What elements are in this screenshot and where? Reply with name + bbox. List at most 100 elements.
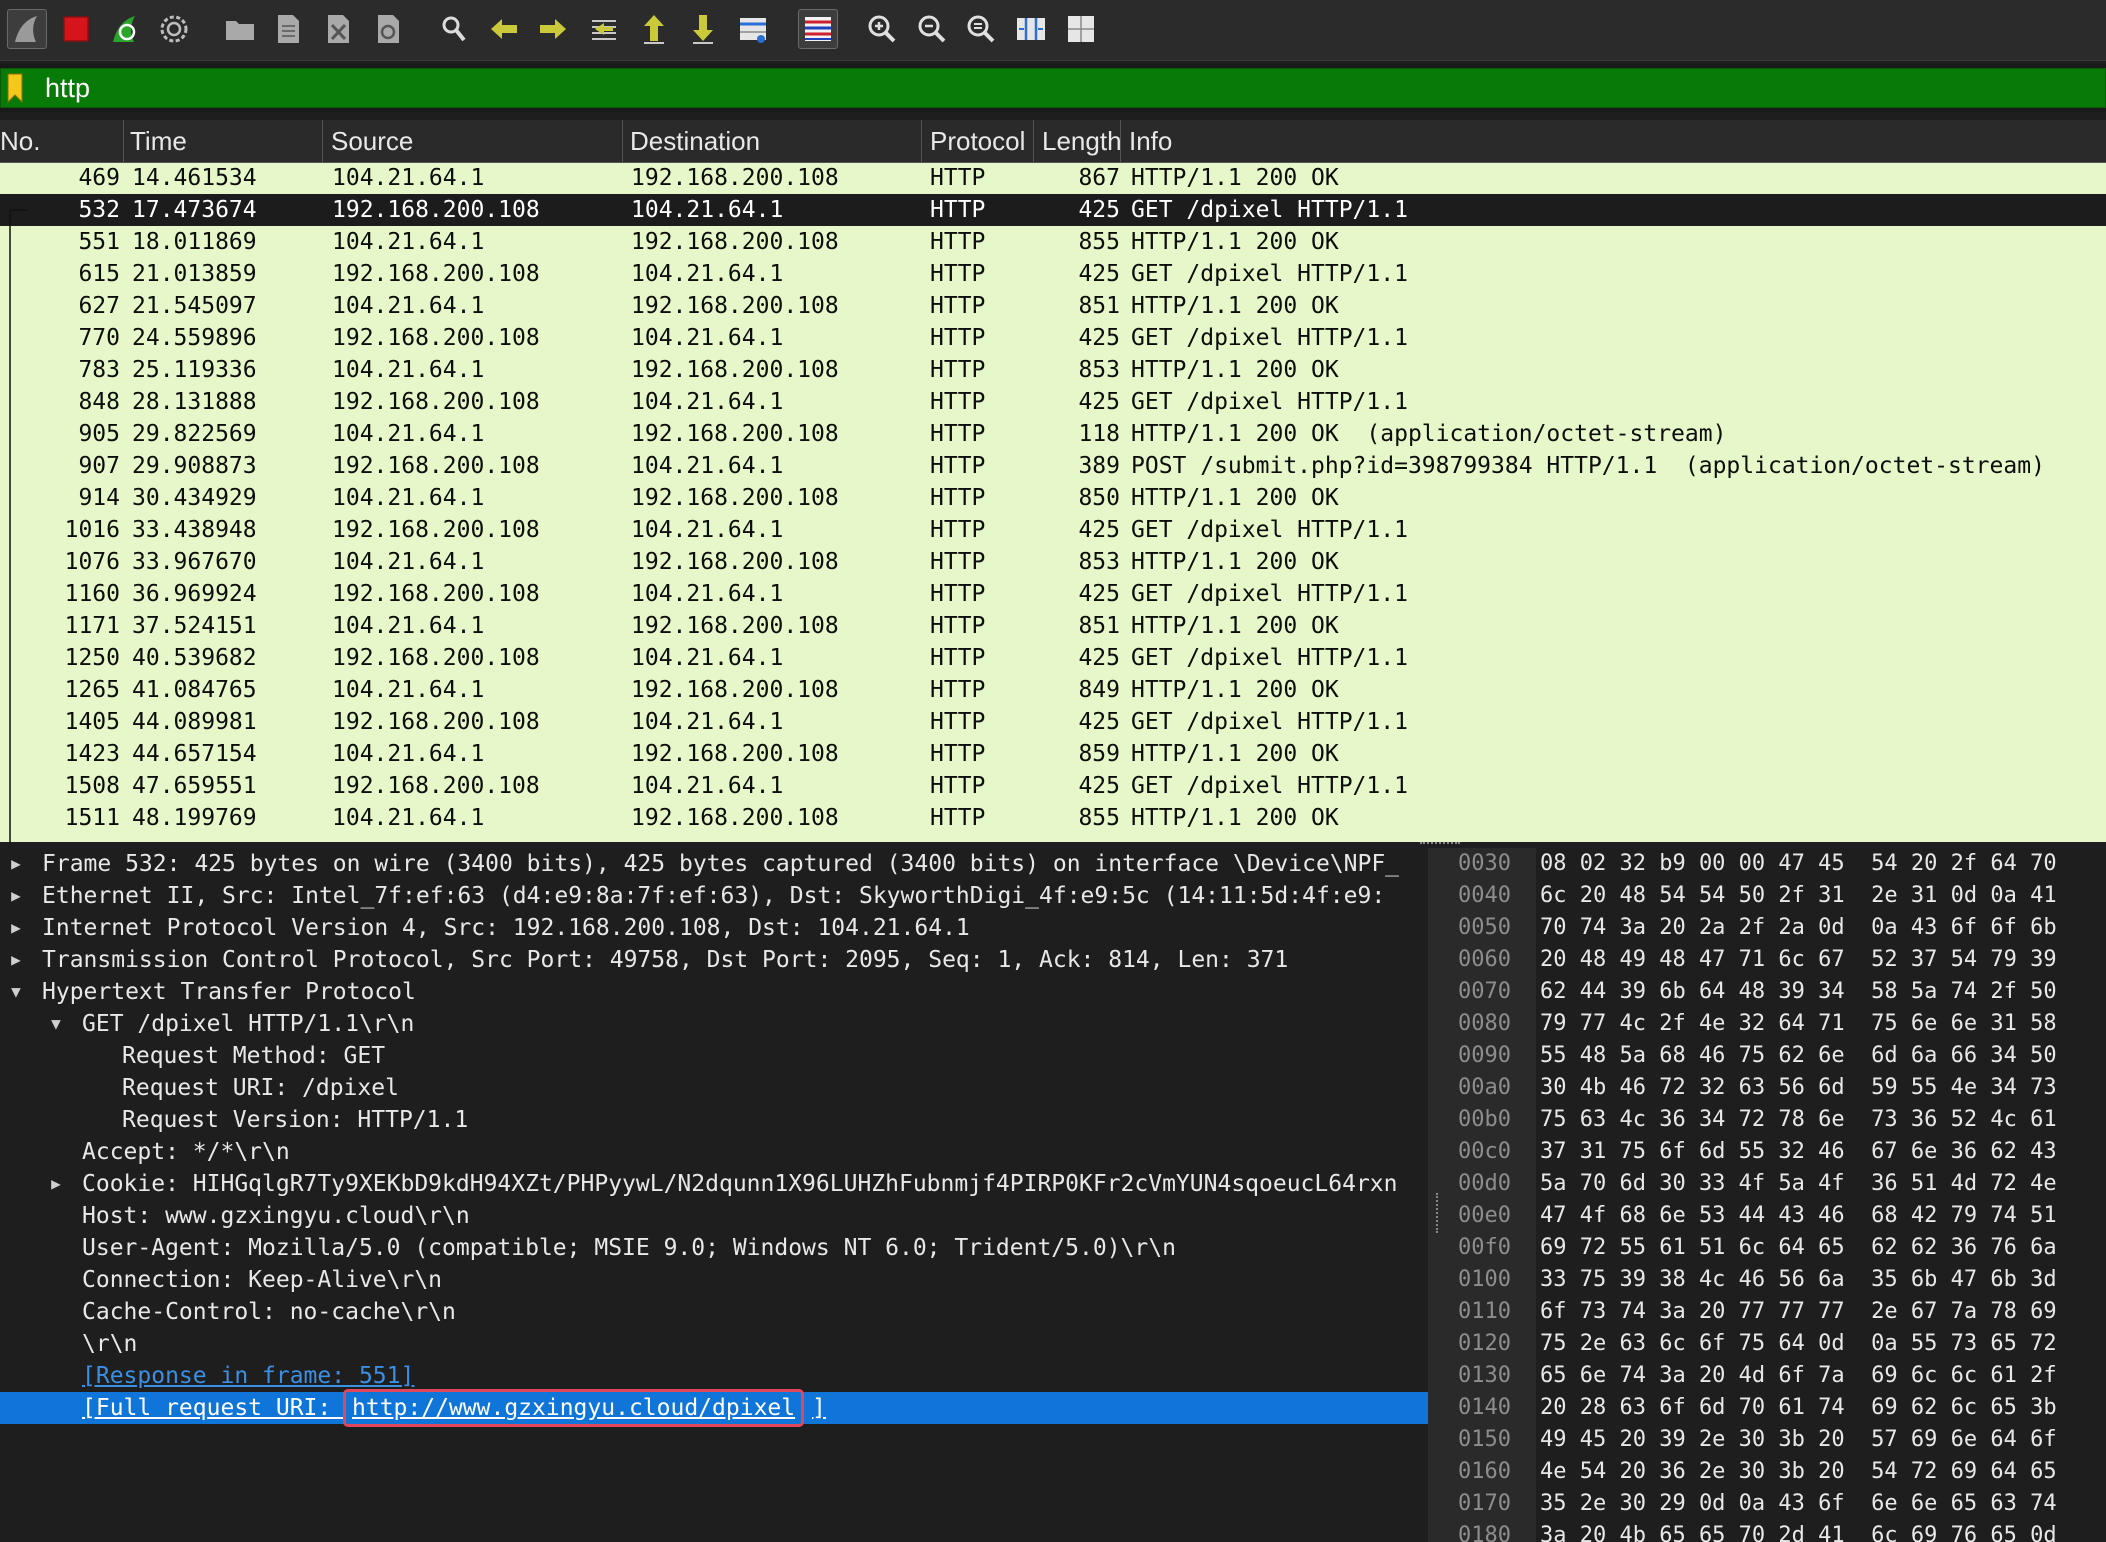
- chevron-down-icon[interactable]: ▼: [4, 976, 28, 1008]
- packet-row[interactable]: 907 29.908873 192.168.200.108 104.21.64.1 HT…: [0, 450, 2106, 482]
- packet-row[interactable]: 1265 41.084765 104.21.64.1 192.168.200.108 H…: [0, 674, 2106, 706]
- hex-row[interactable]: 00d0 5a 70 6d 30 33 4f 5a 4f 36 51 4d 72 …: [1450, 1168, 2106, 1200]
- colorize-button[interactable]: [798, 9, 838, 49]
- reload-file-button[interactable]: [368, 9, 408, 49]
- tree-item-accept[interactable]: Accept: */*\r\n: [0, 1136, 1428, 1168]
- hex-row[interactable]: 0080 79 77 4c 2f 4e 32 64 71 75 6e 6e 31 …: [1450, 1008, 2106, 1040]
- tree-item-connection[interactable]: Connection: Keep-Alive\r\n: [0, 1264, 1428, 1296]
- resize-columns-button[interactable]: [1011, 9, 1051, 49]
- packet-row[interactable]: 627 21.545097 104.21.64.1 192.168.200.108 HT…: [0, 290, 2106, 322]
- capture-options-button[interactable]: [154, 9, 194, 49]
- packet-row[interactable]: 1076 33.967670 104.21.64.1 192.168.200.108 H…: [0, 546, 2106, 578]
- hex-row[interactable]: 0110 6f 73 74 3a 20 77 77 77 2e 67 7a 78 …: [1450, 1296, 2106, 1328]
- tree-item-request-uri[interactable]: Request URI: /dpixel: [0, 1072, 1428, 1104]
- hex-row[interactable]: 0120 75 2e 63 6c 6f 75 64 0d 0a 55 73 65 …: [1450, 1328, 2106, 1360]
- column-header-info[interactable]: Info: [1121, 120, 2106, 162]
- packet-row[interactable]: 469 14.461534 104.21.64.1 192.168.200.108 HT…: [0, 162, 2106, 194]
- packet-bytes-pane[interactable]: 0030 08 02 32 b9 00 00 47 45 54 20 2f 64 …: [1450, 848, 2106, 1542]
- column-header-length[interactable]: Length: [1034, 120, 1121, 162]
- packet-row[interactable]: 532 17.473674 192.168.200.108 104.21.64.1 HT…: [0, 194, 2106, 226]
- close-file-button[interactable]: [318, 9, 358, 49]
- chevron-right-icon[interactable]: ▶: [44, 1168, 68, 1200]
- chevron-right-icon[interactable]: ▶: [4, 848, 28, 880]
- packet-row[interactable]: 905 29.822569 104.21.64.1 192.168.200.108 HT…: [0, 418, 2106, 450]
- hex-row[interactable]: 0060 20 48 49 48 47 71 6c 67 52 37 54 79 …: [1450, 944, 2106, 976]
- zoom-in-button[interactable]: [862, 9, 902, 49]
- packet-list[interactable]: No. Time Source Destination Protocol Len…: [0, 120, 2106, 842]
- tree-item-cache-control[interactable]: Cache-Control: no-cache\r\n: [0, 1296, 1428, 1328]
- packet-row[interactable]: 770 24.559896 192.168.200.108 104.21.64.1 HT…: [0, 322, 2106, 354]
- tree-item-request-version[interactable]: Request Version: HTTP/1.1: [0, 1104, 1428, 1136]
- hex-row[interactable]: 0140 20 28 63 6f 6d 70 61 74 69 62 6c 65 …: [1450, 1392, 2106, 1424]
- find-packet-button[interactable]: [434, 9, 474, 49]
- tree-item-request-method[interactable]: Request Method: GET: [0, 1040, 1428, 1072]
- chevron-right-icon[interactable]: ▶: [4, 944, 28, 976]
- tree-item-ip[interactable]: ▶ Internet Protocol Version 4, Src: 192.…: [0, 912, 1428, 944]
- packet-details-pane[interactable]: ▶ Frame 532: 425 bytes on wire (3400 bit…: [0, 848, 1428, 1542]
- hex-row[interactable]: 0070 62 44 39 6b 64 48 39 34 58 5a 74 2f …: [1450, 976, 2106, 1008]
- tree-item-ethernet[interactable]: ▶ Ethernet II, Src: Intel_7f:ef:63 (d4:e…: [0, 880, 1428, 912]
- packet-row[interactable]: 615 21.013859 192.168.200.108 104.21.64.1 HT…: [0, 258, 2106, 290]
- hex-row[interactable]: 0040 6c 20 48 54 54 50 2f 31 2e 31 0d 0a …: [1450, 880, 2106, 912]
- hex-row[interactable]: 0130 65 6e 74 3a 20 4d 6f 7a 69 6c 6c 61 …: [1450, 1360, 2106, 1392]
- hex-row[interactable]: 00e0 47 4f 68 6e 53 44 43 46 68 42 79 74 …: [1450, 1200, 2106, 1232]
- hex-row[interactable]: 00b0 75 63 4c 36 34 72 78 6e 73 36 52 4c …: [1450, 1104, 2106, 1136]
- bookmark-icon[interactable]: [1, 69, 29, 107]
- vertical-splitter[interactable]: [1428, 848, 1450, 1542]
- expand-subtrees-button[interactable]: [1061, 9, 1101, 49]
- column-header-no[interactable]: No.: [0, 120, 124, 162]
- hex-row[interactable]: 00c0 37 31 75 6f 6d 55 32 46 67 6e 36 62 …: [1450, 1136, 2106, 1168]
- tree-item-tcp[interactable]: ▶ Transmission Control Protocol, Src Por…: [0, 944, 1428, 976]
- packet-row[interactable]: 1423 44.657154 104.21.64.1 192.168.200.108 H…: [0, 738, 2106, 770]
- packet-row[interactable]: 1160 36.969924 192.168.200.108 104.21.64.1 H…: [0, 578, 2106, 610]
- hex-row[interactable]: 0170 35 2e 30 29 0d 0a 43 6f 6e 6e 65 63 …: [1450, 1488, 2106, 1520]
- tree-item-frame[interactable]: ▶ Frame 532: 425 bytes on wire (3400 bit…: [0, 848, 1428, 880]
- packet-row[interactable]: 783 25.119336 104.21.64.1 192.168.200.108 HT…: [0, 354, 2106, 386]
- start-capture-button[interactable]: [7, 9, 47, 49]
- packet-row[interactable]: 1250 40.539682 192.168.200.108 104.21.64.1 H…: [0, 642, 2106, 674]
- restart-capture-button[interactable]: [105, 9, 145, 49]
- tree-item-cookie[interactable]: ▶ Cookie: HIHGqlgR7Ty9XEKbD9kdH94XZt/PHP…: [0, 1168, 1428, 1200]
- column-header-protocol[interactable]: Protocol: [922, 120, 1034, 162]
- go-forward-button[interactable]: [533, 9, 573, 49]
- response-frame-link[interactable]: [Response in frame: 551]: [82, 1360, 414, 1392]
- packet-row[interactable]: 914 30.434929 104.21.64.1 192.168.200.108 HT…: [0, 482, 2106, 514]
- column-header-destination[interactable]: Destination: [623, 120, 922, 162]
- tree-item-crlf[interactable]: \r\n: [0, 1328, 1428, 1360]
- packet-row[interactable]: 1171 37.524151 104.21.64.1 192.168.200.108 H…: [0, 610, 2106, 642]
- go-first-packet-button[interactable]: [634, 9, 674, 49]
- tree-item-user-agent[interactable]: User-Agent: Mozilla/5.0 (compatible; MSI…: [0, 1232, 1428, 1264]
- hex-row[interactable]: 00f0 69 72 55 61 51 6c 64 65 62 62 36 76 …: [1450, 1232, 2106, 1264]
- chevron-right-icon[interactable]: ▶: [4, 912, 28, 944]
- packet-row[interactable]: 848 28.131888 192.168.200.108 104.21.64.1 HT…: [0, 386, 2106, 418]
- open-file-button[interactable]: [220, 9, 260, 49]
- hex-row[interactable]: 00a0 30 4b 46 72 32 63 56 6d 59 55 4e 34 …: [1450, 1072, 2106, 1104]
- zoom-out-button[interactable]: [912, 9, 952, 49]
- auto-scroll-button[interactable]: [733, 9, 773, 49]
- packet-row[interactable]: 551 18.011869 104.21.64.1 192.168.200.108 HT…: [0, 226, 2106, 258]
- save-file-button[interactable]: [268, 9, 308, 49]
- normal-size-button[interactable]: [961, 9, 1001, 49]
- column-header-source[interactable]: Source: [323, 120, 623, 162]
- go-last-packet-button[interactable]: [683, 9, 723, 49]
- packet-row[interactable]: 1016 33.438948 192.168.200.108 104.21.64.1 H…: [0, 514, 2106, 546]
- hex-row[interactable]: 0100 33 75 39 38 4c 46 56 6a 35 6b 47 6b …: [1450, 1264, 2106, 1296]
- packet-row[interactable]: 1405 44.089981 192.168.200.108 104.21.64.1 H…: [0, 706, 2106, 738]
- chevron-down-icon[interactable]: ▼: [44, 1008, 68, 1040]
- tree-item-host[interactable]: Host: www.gzxingyu.cloud\r\n: [0, 1200, 1428, 1232]
- display-filter-input[interactable]: http: [0, 68, 2106, 108]
- full-request-uri-link[interactable]: http://www.gzxingyu.cloud/dpixel: [343, 1389, 805, 1427]
- packet-row[interactable]: 1511 48.199769 104.21.64.1 192.168.200.108 H…: [0, 802, 2106, 834]
- hex-row[interactable]: 0030 08 02 32 b9 00 00 47 45 54 20 2f 64 …: [1450, 848, 2106, 880]
- column-header-time[interactable]: Time: [124, 120, 323, 162]
- hex-row[interactable]: 0090 55 48 5a 68 46 75 62 6e 6d 6a 66 34 …: [1450, 1040, 2106, 1072]
- hex-row[interactable]: 0160 4e 54 20 36 2e 30 3b 20 54 72 69 64 …: [1450, 1456, 2106, 1488]
- packet-row[interactable]: 1508 47.659551 192.168.200.108 104.21.64.1 H…: [0, 770, 2106, 802]
- go-to-packet-button[interactable]: [584, 9, 624, 49]
- tree-item-http[interactable]: ▼ Hypertext Transfer Protocol: [0, 976, 1428, 1008]
- stop-capture-button[interactable]: [56, 9, 96, 49]
- hex-row[interactable]: 0180 3a 20 4b 65 65 70 2d 41 6c 69 76 65 …: [1450, 1520, 2106, 1542]
- go-back-button[interactable]: [484, 9, 524, 49]
- tree-item-request-line[interactable]: ▼ GET /dpixel HTTP/1.1\r\n: [0, 1008, 1428, 1040]
- tree-item-full-request-uri[interactable]: [Full request URI: http://www.gzxingyu.c…: [0, 1389, 1428, 1427]
